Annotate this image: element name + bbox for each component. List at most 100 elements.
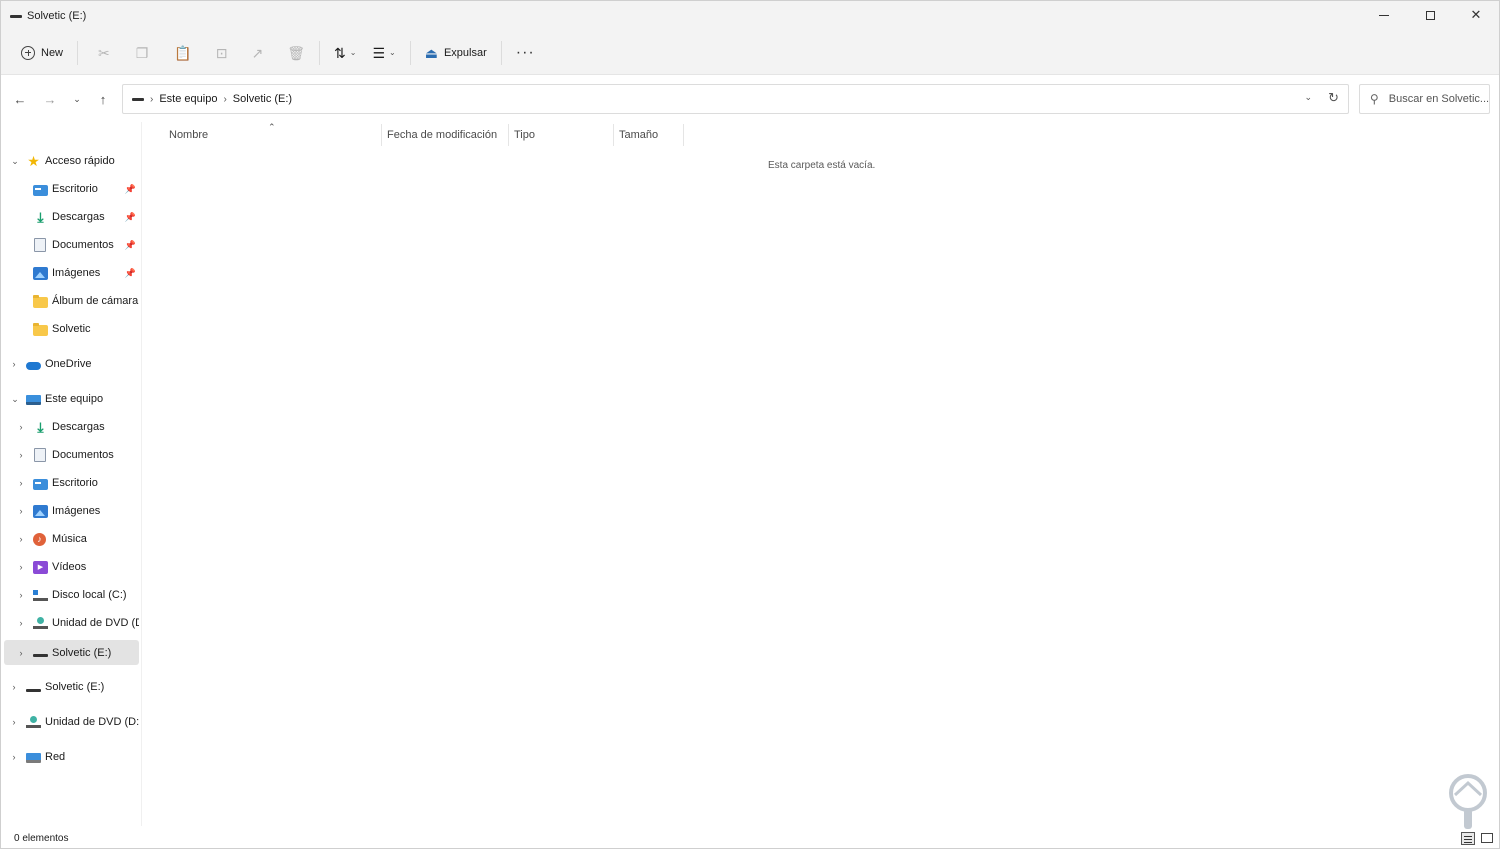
sidebar-item-label: Documentos: [52, 449, 114, 461]
usb-drive-icon: [33, 654, 48, 657]
sidebar-item[interactable]: › Red: [4, 746, 139, 768]
arrow-up-icon: ↑: [99, 91, 107, 107]
sidebar-item[interactable]: Álbum de cámara: [4, 290, 139, 312]
maximize-button[interactable]: [1407, 1, 1453, 29]
sort-button[interactable]: ⇅ ⌄: [326, 37, 364, 69]
paste-icon: 📋: [174, 44, 192, 61]
column-divider[interactable]: [508, 124, 509, 146]
eject-button[interactable]: ⏏ Expulsar: [417, 37, 495, 69]
recent-locations-button[interactable]: ⌄: [66, 88, 88, 110]
paste-button[interactable]: 📋: [166, 37, 199, 69]
column-divider[interactable]: [613, 124, 614, 146]
chevron-right-icon[interactable]: ›: [9, 717, 19, 727]
address-bar[interactable]: › Este equipo › Solvetic (E:) ⌄ ↻: [122, 84, 1349, 114]
sidebar-item[interactable]: ⤓ Descargas 📌: [4, 206, 139, 228]
chevron-down-icon[interactable]: ⌄: [10, 394, 20, 405]
chevron-down-icon: ⌄: [389, 48, 396, 57]
column-header-name[interactable]: Nombre: [169, 124, 208, 146]
sidebar-item[interactable]: › Solvetic (E:): [4, 640, 139, 665]
chevron-right-icon[interactable]: ›: [16, 478, 26, 488]
column-header-type[interactable]: Tipo: [514, 124, 535, 146]
cut-button[interactable]: ✂: [90, 37, 118, 69]
up-button[interactable]: ↑: [92, 88, 114, 110]
plus-icon: [21, 45, 35, 60]
pc-icon: [26, 394, 41, 405]
column-header-date[interactable]: Fecha de modificación: [387, 124, 497, 146]
column-divider[interactable]: [683, 124, 684, 146]
close-button[interactable]: ✕: [1453, 1, 1499, 29]
chevron-right-icon[interactable]: ›: [9, 752, 19, 762]
sidebar-item[interactable]: › Escritorio: [4, 472, 139, 494]
chevron-down-icon[interactable]: ⌄: [10, 156, 20, 167]
sidebar-item[interactable]: › ⤓ Descargas: [4, 416, 139, 438]
cut-icon: ✂: [98, 44, 110, 61]
refresh-icon[interactable]: ↻: [1328, 90, 1339, 106]
copy-button[interactable]: ❐: [128, 37, 157, 69]
breadcrumb-solvetic[interactable]: Solvetic (E:): [233, 93, 292, 105]
new-button[interactable]: New: [13, 37, 71, 69]
sidebar-item[interactable]: Documentos 📌: [4, 234, 139, 256]
column-divider[interactable]: [381, 124, 382, 146]
breadcrumb-este-equipo[interactable]: Este equipo: [159, 93, 217, 105]
rename-button[interactable]: ⊡: [208, 37, 236, 69]
share-icon: ↗: [251, 44, 264, 61]
sidebar-item[interactable]: ⌄ ★ Acceso rápido: [4, 150, 139, 172]
sidebar-item[interactable]: › Unidad de DVD (D:) (: [4, 711, 140, 733]
column-header-size[interactable]: Tamaño: [619, 124, 658, 146]
chevron-right-icon[interactable]: ›: [16, 422, 26, 432]
address-history-dropdown[interactable]: ⌄: [1304, 92, 1312, 103]
sidebar-item[interactable]: › OneDrive: [4, 353, 139, 375]
sidebar-item-label: Descargas: [52, 421, 105, 433]
minimize-button[interactable]: [1361, 1, 1407, 29]
chevron-right-icon[interactable]: ›: [16, 562, 26, 572]
sidebar-item[interactable]: › Vídeos: [4, 556, 139, 578]
sidebar-item[interactable]: › Música: [4, 528, 139, 550]
chevron-right-icon[interactable]: ›: [16, 534, 26, 544]
chevron-right-icon[interactable]: ›: [9, 359, 19, 369]
minimize-icon: [1379, 14, 1389, 16]
chevron-right-icon[interactable]: ›: [16, 506, 26, 516]
music-icon: [33, 532, 46, 546]
desktop-icon: [33, 184, 48, 196]
search-icon: ⚲: [1370, 92, 1379, 106]
sidebar-item-label: Álbum de cámara: [52, 295, 139, 307]
chevron-down-icon: ⌄: [73, 93, 81, 104]
command-bar: New ✂ ❐ 📋 ⊡ ↗ 🗑 ⇅ ⌄ ☰ ⌄ ⏏ Expulsar ···: [1, 31, 1499, 75]
delete-button[interactable]: 🗑: [279, 37, 313, 69]
sidebar-item-label: Disco local (C:): [52, 589, 127, 601]
pictures-icon: [33, 266, 48, 280]
back-button[interactable]: ←: [9, 88, 31, 110]
window-title: Solvetic (E:): [27, 10, 87, 22]
sidebar-item-label: Solvetic (E:): [45, 681, 105, 693]
chevron-right-icon[interactable]: ›: [16, 648, 26, 658]
view-button[interactable]: ☰ ⌄: [364, 37, 403, 69]
sidebar-item[interactable]: Imágenes 📌: [4, 262, 139, 284]
sidebar-item[interactable]: Escritorio 📌: [4, 178, 139, 200]
search-input[interactable]: ⚲ Buscar en Solvetic...: [1359, 84, 1490, 114]
chevron-right-icon[interactable]: ›: [16, 590, 26, 600]
eject-label: Expulsar: [443, 46, 487, 59]
sidebar-item[interactable]: ⌄ Este equipo: [4, 388, 139, 410]
sidebar-item[interactable]: › Disco local (C:): [4, 584, 139, 606]
eject-icon: ⏏: [424, 44, 438, 61]
status-bar: 0 elementos: [1, 826, 1499, 849]
chevron-right-icon[interactable]: ›: [16, 450, 26, 460]
pin-icon: 📌: [124, 183, 136, 194]
sidebar-item[interactable]: › Imágenes: [4, 500, 139, 522]
chevron-down-icon: ⌄: [349, 48, 357, 57]
file-list: Nombre ⌃ Fecha de modificación Tipo Tama…: [142, 122, 1500, 826]
navigation-pane: ⌄ ★ Acceso rápido Escritorio 📌 ⤓ Descargas 📌 Doc…: [1, 122, 142, 826]
sidebar-item[interactable]: › Unidad de DVD (D:: [4, 612, 140, 634]
more-options-button[interactable]: ···: [508, 37, 543, 69]
sidebar-item[interactable]: › Solvetic (E:): [4, 676, 139, 698]
arrow-right-icon: →: [43, 91, 57, 107]
sidebar-item[interactable]: Solvetic: [4, 318, 139, 340]
chevron-right-icon[interactable]: ›: [9, 682, 19, 692]
chevron-right-icon[interactable]: ›: [16, 618, 26, 628]
delete-icon: 🗑: [287, 44, 305, 61]
share-button[interactable]: ↗: [243, 37, 271, 69]
sidebar-item[interactable]: › Documentos: [4, 444, 139, 466]
address-row: ← → ⌄ ↑ › Este equipo › Solvetic (E:) ⌄ …: [1, 76, 1499, 122]
new-label: New: [41, 46, 64, 59]
forward-button[interactable]: →: [39, 88, 61, 110]
